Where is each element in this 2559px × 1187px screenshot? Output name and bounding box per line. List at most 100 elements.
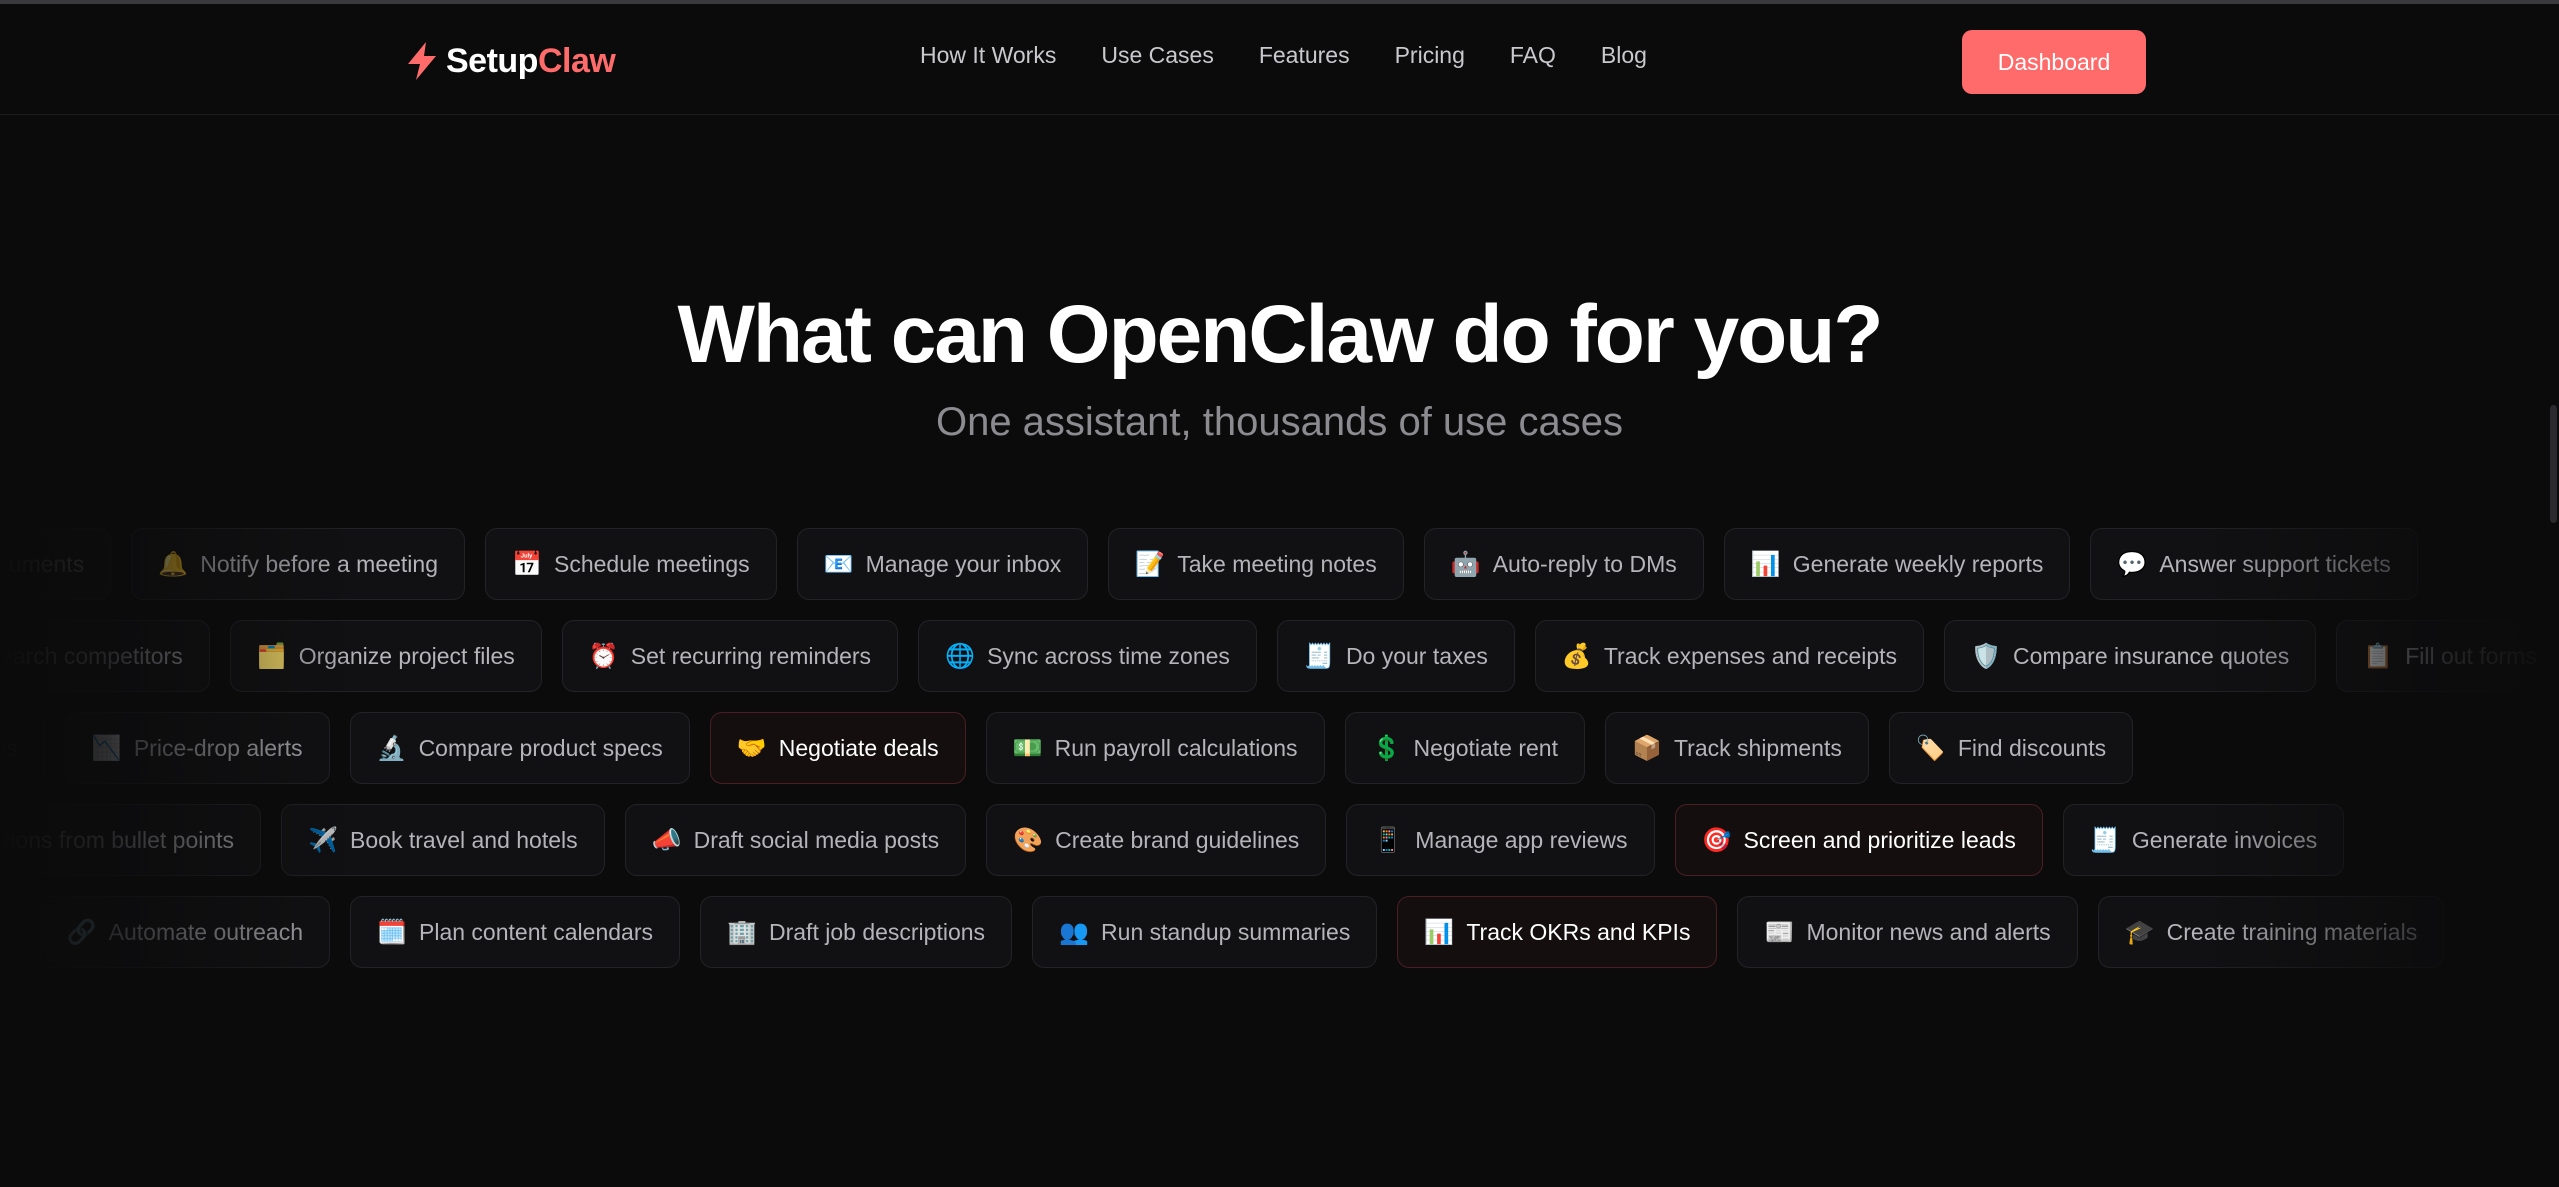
use-case-chip[interactable]: 📦 Track shipments xyxy=(1604,712,1869,784)
use-case-chip-label: Run payroll calculations xyxy=(1054,734,1298,761)
use-case-chip[interactable]: 📬Send follow-ups xyxy=(0,896,20,968)
brand-name-part-2: Claw xyxy=(537,41,616,80)
use-case-chip[interactable]: 📊 Track OKRs and KPIs xyxy=(1397,896,1718,968)
use-case-chip[interactable]: 📅 Schedule meetings xyxy=(485,528,777,600)
use-case-chip-label: Find discounts xyxy=(1957,734,2107,761)
use-case-chip[interactable]: 🌐 Sync across time zones xyxy=(918,620,1257,692)
use-case-emoji-icon: 💵 xyxy=(1012,734,1043,762)
brand-logo[interactable]: SetupClaw xyxy=(404,36,616,86)
use-case-chip-label: Track shipments xyxy=(1673,734,1842,761)
nav-link-blog[interactable]: Blog xyxy=(1601,42,1647,69)
use-case-chip[interactable]: 🛡️ Compare insurance quotes xyxy=(1944,620,2317,692)
use-case-chip-label: Draft social media posts xyxy=(693,826,940,853)
use-case-chip-label: Do your taxes xyxy=(1345,642,1488,669)
use-case-chip[interactable]: 🤝 Negotiate deals xyxy=(709,712,966,784)
use-case-chip[interactable]: 🎓 Create training materials xyxy=(2097,896,2445,968)
use-case-chip[interactable]: ⏰ Set recurring reminders xyxy=(561,620,899,692)
use-case-chip[interactable]: ✈️ Book travel and hotels xyxy=(281,804,605,876)
use-case-chip-label: Create brand guidelines xyxy=(1055,826,1300,853)
use-case-emoji-icon: 🏢 xyxy=(727,918,757,946)
use-case-emoji-icon: 📋 xyxy=(2363,642,2394,670)
use-case-chip[interactable]: 📋 Fill out forms xyxy=(2336,620,2559,692)
hero-subtitle: One assistant, thousands of use cases xyxy=(935,400,1624,444)
use-case-chip[interactable]: 💲 Negotiate rent xyxy=(1344,712,1585,784)
use-case-chip[interactable]: 💵 Run payroll calculations xyxy=(985,712,1325,784)
use-case-chip-label: Research competitors xyxy=(0,642,183,669)
use-case-row-3: 📈Analyze market trends 📉 Price-drop alerts… xyxy=(0,712,2559,786)
use-case-chip-label: Monitor news and alerts xyxy=(1806,918,2051,945)
use-case-track: 🔍Research competitors 🗂️ Organize project … xyxy=(0,620,2559,692)
use-case-emoji-icon: 🛡️ xyxy=(1971,642,2001,670)
nav-link-pricing[interactable]: Pricing xyxy=(1395,42,1465,69)
use-case-chip-label: Answer support tickets xyxy=(2159,550,2391,577)
nav-link-features[interactable]: Features xyxy=(1259,42,1350,69)
brand-name: SetupClaw xyxy=(446,41,616,81)
use-case-emoji-icon: 📱 xyxy=(1373,826,1404,854)
use-case-emoji-icon: 📝 xyxy=(1135,550,1166,578)
use-case-chip-label: Fill out forms xyxy=(2405,642,2537,669)
use-case-chip[interactable]: 🗂️ Organize project files xyxy=(229,620,542,692)
use-case-chip[interactable]: 📣 Draft social media posts xyxy=(624,804,967,876)
use-case-track: 📬Send follow-ups 🔗 Automate outreach 🗓️ Plan… xyxy=(0,896,2445,968)
use-case-chip-label: Draft job descriptions xyxy=(769,918,986,945)
use-case-chip[interactable]: 🧾 Do your taxes xyxy=(1276,620,1515,692)
use-case-chip[interactable]: 🔗 Automate outreach xyxy=(39,896,330,968)
use-case-chip[interactable]: 💬 Answer support tickets xyxy=(2090,528,2418,600)
use-case-chip[interactable]: 📰 Monitor news and alerts xyxy=(1737,896,2078,968)
use-case-chip-label: Generate weekly reports xyxy=(1792,550,2044,577)
use-case-emoji-icon: 📦 xyxy=(1631,734,1662,762)
use-case-emoji-icon: 📉 xyxy=(91,734,122,762)
use-case-emoji-icon: 📊 xyxy=(1424,918,1455,946)
use-case-chip-label: Automate outreach xyxy=(108,918,303,945)
use-case-chip[interactable]: 🏢 Draft job descriptions xyxy=(700,896,1013,968)
use-case-chip[interactable]: 🤖 Auto-reply to DMs xyxy=(1423,528,1704,600)
use-case-chip[interactable]: 🎨 Create brand guidelines xyxy=(986,804,1327,876)
use-case-chip[interactable]: 📈Analyze market trends xyxy=(0,712,45,784)
use-case-chip-label: Organize project files xyxy=(298,642,515,669)
use-case-chip[interactable]: 🗓️ Plan content calendars xyxy=(350,896,680,968)
use-case-chip[interactable]: 🔔 Notify before a meeting xyxy=(131,528,465,600)
use-case-chip[interactable]: 🧾 Generate invoices xyxy=(2062,804,2345,876)
use-case-chip[interactable]: 🏷️ Find discounts xyxy=(1888,712,2134,784)
use-case-chip-label: Run standup summaries xyxy=(1101,918,1351,945)
use-case-chip-label: Compare product specs xyxy=(418,734,663,761)
use-case-chip[interactable]: 📧 Manage your inbox xyxy=(796,528,1089,600)
use-case-row-4: 🎤Create presentations from bullet points… xyxy=(0,804,2559,878)
use-case-emoji-icon: 🤖 xyxy=(1450,550,1481,578)
use-case-chip[interactable]: 📝 Take meeting notes xyxy=(1108,528,1404,600)
use-case-emoji-icon: 💰 xyxy=(1561,642,1592,670)
use-case-emoji-icon: 🤝 xyxy=(736,734,767,762)
use-case-emoji-icon: 💬 xyxy=(2117,550,2148,578)
use-case-emoji-icon: 🎯 xyxy=(1701,826,1732,854)
nav-link-how-it-works[interactable]: How It Works xyxy=(920,42,1056,69)
use-case-emoji-icon: 🎨 xyxy=(1013,826,1043,854)
use-case-chip[interactable]: 📊 Generate weekly reports xyxy=(1723,528,2071,600)
use-case-chip-label: Negotiate rent xyxy=(1413,734,1558,761)
use-case-chip[interactable]: 🎯 Screen and prioritize leads xyxy=(1674,804,2043,876)
use-case-chip[interactable]: 📉 Price-drop alerts xyxy=(64,712,330,784)
use-case-chip[interactable]: 🔍Research competitors xyxy=(0,620,210,692)
use-case-chip-label: Auto-reply to DMs xyxy=(1492,550,1677,577)
nav-link-faq[interactable]: FAQ xyxy=(1510,42,1556,69)
use-case-emoji-icon: 🧾 xyxy=(2089,826,2120,854)
main-nav-links: How It Works Use Cases Features Pricing … xyxy=(920,42,1647,69)
use-case-chip-label: Create training materials xyxy=(2166,918,2418,945)
use-case-chip[interactable]: 💰 Track expenses and receipts xyxy=(1534,620,1925,692)
nav-link-use-cases[interactable]: Use Cases xyxy=(1101,42,1213,69)
use-case-chip[interactable]: 👥 Run standup summaries xyxy=(1032,896,1378,968)
use-case-emoji-icon: ✈️ xyxy=(308,826,338,854)
use-case-chip-label: Price-drop alerts xyxy=(133,734,303,761)
use-case-emoji-icon: 📅 xyxy=(512,550,542,578)
use-case-chip[interactable]: 📱 Manage app reviews xyxy=(1346,804,1655,876)
use-case-chip[interactable]: 🔬 Compare product specs xyxy=(349,712,690,784)
use-case-emoji-icon: 🗂️ xyxy=(256,642,287,670)
use-case-chip-label: Create presentations from bullet points xyxy=(0,826,235,853)
use-case-emoji-icon: 🗓️ xyxy=(377,918,407,946)
use-case-chip[interactable]: 🎤Create presentations from bullet points xyxy=(0,804,262,876)
use-case-chip-label: Manage app reviews xyxy=(1415,826,1628,853)
use-case-chip-label: Schedule meetings xyxy=(554,550,750,577)
use-case-chip[interactable]: 📊Summarize documents xyxy=(0,528,112,600)
use-case-emoji-icon: 📣 xyxy=(651,826,682,854)
dashboard-button[interactable]: Dashboard xyxy=(1962,30,2146,94)
use-case-track: 🎤Create presentations from bullet points… xyxy=(0,804,2345,876)
